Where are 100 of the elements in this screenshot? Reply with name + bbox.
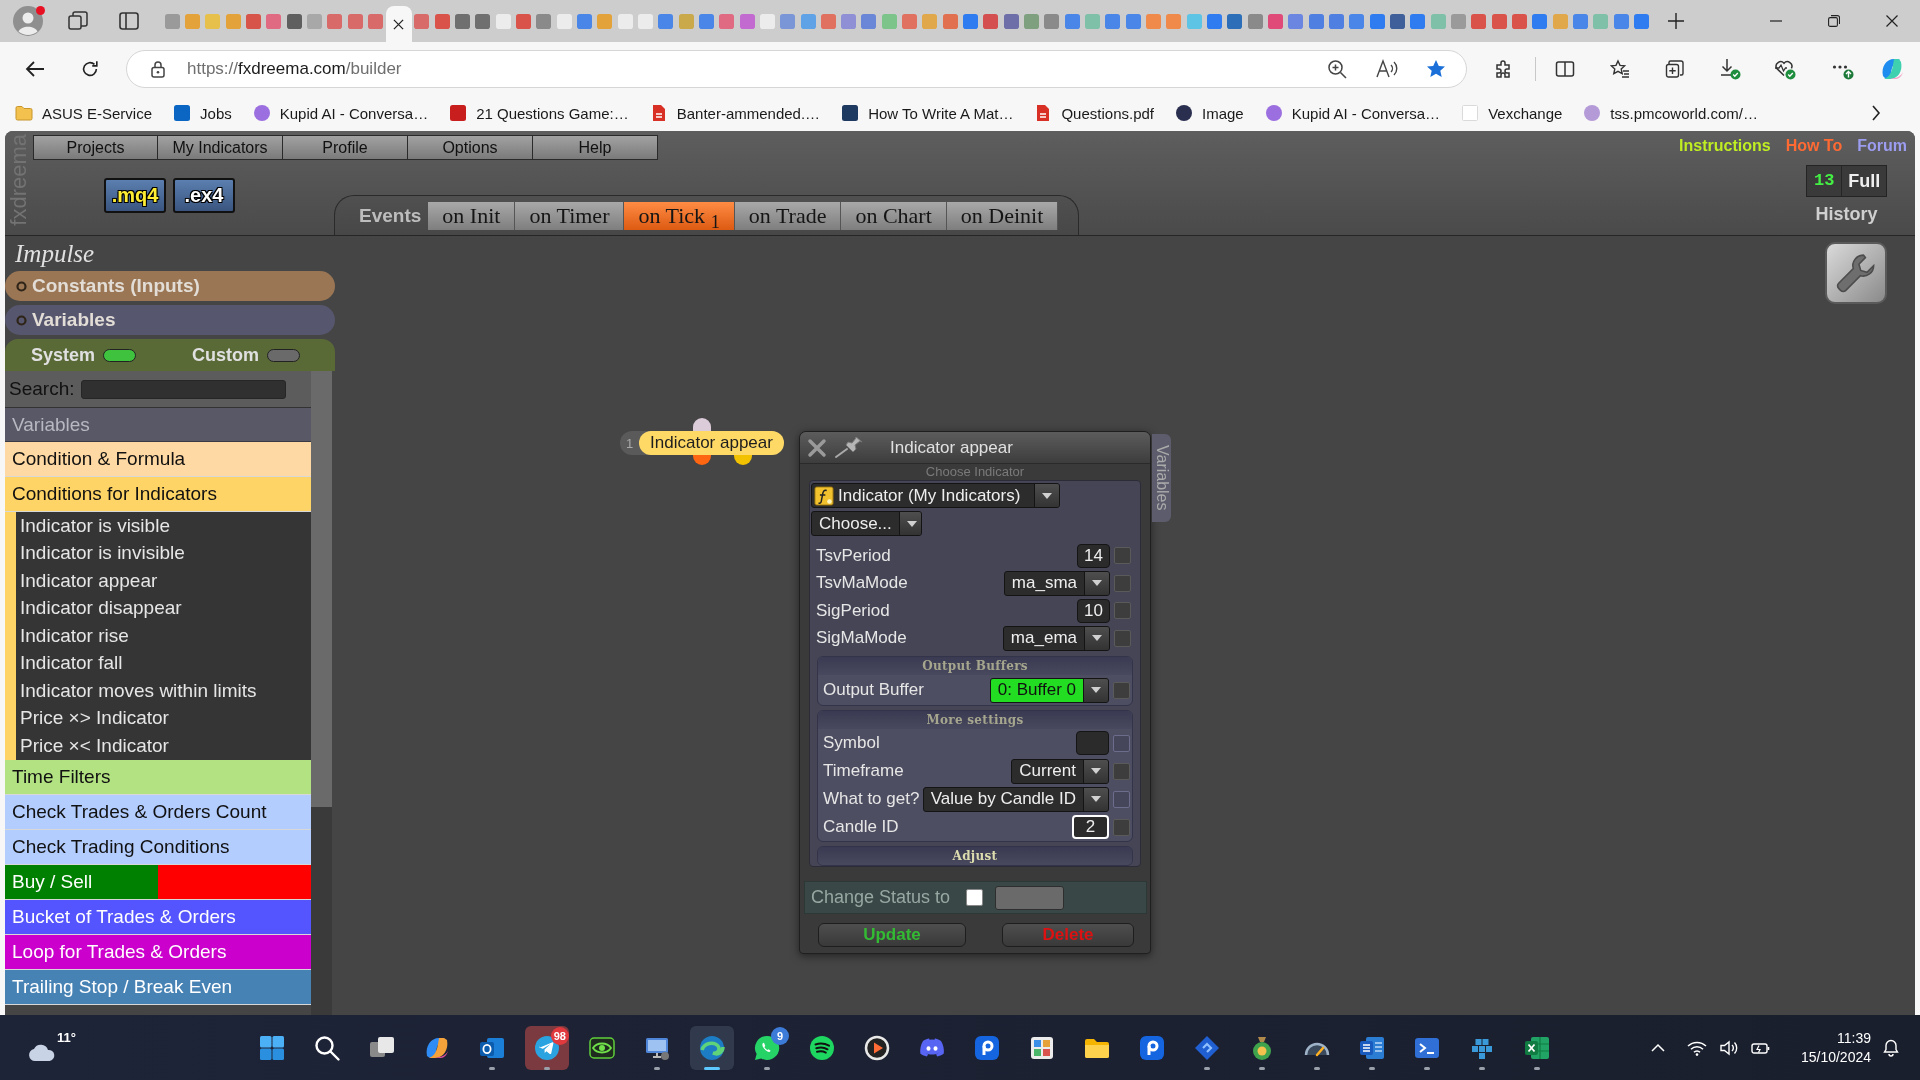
- chevron-up-icon[interactable]: [1651, 1043, 1665, 1052]
- download-icon[interactable]: [1719, 57, 1741, 80]
- category-item[interactable]: Condition & Formula: [5, 442, 311, 477]
- file-type-button[interactable]: .ex4: [173, 178, 235, 213]
- menu-button[interactable]: Options: [408, 135, 533, 160]
- cloud-icon[interactable]: [28, 1043, 56, 1062]
- close-icon[interactable]: [393, 18, 405, 30]
- event-tab[interactable]: on Chart: [841, 202, 947, 230]
- history-label[interactable]: History: [1815, 204, 1878, 225]
- dropdown[interactable]: Current: [1011, 758, 1109, 784]
- menu-button[interactable]: Profile: [283, 135, 408, 160]
- dropdown[interactable]: 0: Buffer 0: [989, 677, 1109, 703]
- bell-icon[interactable]: [1883, 1038, 1899, 1057]
- block-item[interactable]: Indicator disappear: [16, 594, 311, 622]
- number-field[interactable]: 14: [1077, 543, 1110, 568]
- menu-button[interactable]: My Indicators: [158, 135, 283, 160]
- taskbar-button[interactable]: [690, 1025, 734, 1070]
- bookmark-link[interactable]: ASUS E-Service: [15, 104, 153, 122]
- bookmark-link[interactable]: tss.pmcoworld.com/…: [1583, 104, 1758, 122]
- checkbox[interactable]: [1114, 574, 1131, 592]
- event-tab[interactable]: on Trade: [734, 202, 842, 230]
- collections-icon[interactable]: [1665, 58, 1685, 79]
- profile-avatar-icon[interactable]: [13, 6, 43, 36]
- category-item[interactable]: Time Filters: [5, 759, 311, 795]
- file-type-button[interactable]: .mq4: [104, 178, 166, 213]
- category-item[interactable]: Conditions for Indicators: [5, 477, 311, 512]
- checkbox[interactable]: [1113, 681, 1130, 699]
- block-item[interactable]: Indicator moves within limits: [16, 677, 311, 705]
- checkbox[interactable]: [1114, 629, 1131, 647]
- clock-time[interactable]: 11:39: [1837, 1028, 1871, 1048]
- volume-icon[interactable]: [1719, 1039, 1739, 1056]
- favorites-icon[interactable]: [1610, 58, 1630, 79]
- bookmark-link[interactable]: 21 Questions Game:…: [449, 104, 629, 122]
- status-field[interactable]: [995, 885, 1065, 910]
- dropdown[interactable]: Choose...: [811, 511, 922, 536]
- sidebar-window-icon[interactable]: [119, 11, 139, 31]
- toggle-switch[interactable]: [267, 348, 301, 362]
- bookmark-link[interactable]: How To Write A Mat…: [841, 104, 1014, 122]
- checkbox[interactable]: [1113, 762, 1130, 780]
- section-header[interactable]: Variables: [5, 305, 335, 335]
- header-link[interactable]: Instructions: [1679, 137, 1771, 155]
- block-item[interactable]: Indicator is invisible: [16, 539, 311, 567]
- number-field[interactable]: 10: [1077, 598, 1110, 623]
- number-field[interactable]: 2: [1072, 815, 1109, 839]
- checkbox[interactable]: [1114, 602, 1131, 620]
- tools-button[interactable]: [1825, 242, 1887, 304]
- block-node[interactable]: 1 Indicator appear: [620, 431, 784, 455]
- section-header[interactable]: Output Buffers: [818, 657, 1132, 675]
- event-tab[interactable]: on Init: [428, 202, 516, 230]
- section-header[interactable]: Adjust: [818, 847, 1132, 865]
- search-field[interactable]: [81, 379, 287, 399]
- block-item[interactable]: Indicator appear: [16, 567, 311, 595]
- section-header[interactable]: More settings: [818, 711, 1132, 729]
- block-item[interactable]: Indicator rise: [16, 622, 311, 650]
- toggle-switch[interactable]: [103, 348, 137, 362]
- workspaces-icon[interactable]: [68, 11, 88, 31]
- taskbar-button[interactable]: 98: [525, 1025, 569, 1070]
- menu-button[interactable]: Help: [533, 135, 658, 160]
- lock-icon[interactable]: [150, 59, 166, 78]
- plus-icon[interactable]: [1668, 13, 1684, 29]
- menu-button[interactable]: Projects: [33, 135, 158, 160]
- event-tab[interactable]: on Timer: [515, 202, 625, 230]
- block-item[interactable]: Indicator is visible: [16, 512, 311, 540]
- bookmark-link[interactable]: Vexchange: [1461, 104, 1563, 122]
- bookmark-link[interactable]: Jobs: [173, 104, 232, 122]
- split-window-icon[interactable]: [1555, 58, 1575, 79]
- block-item[interactable]: Price ×> Indicator: [16, 704, 311, 732]
- bookmark-link[interactable]: Banter-ammended.…: [649, 104, 821, 122]
- clock-date[interactable]: 15/10/2024: [1800, 1047, 1871, 1067]
- bookmark-link[interactable]: Kupid AI - Conversa…: [252, 104, 429, 122]
- dropdown[interactable]: Indicator (My Indicators): [811, 483, 1060, 508]
- checkbox[interactable]: [1114, 547, 1131, 565]
- zoom-in-icon[interactable]: [1327, 58, 1347, 79]
- update-button[interactable]: Update: [818, 923, 966, 947]
- chevron-right-icon[interactable]: [1871, 105, 1881, 121]
- full-button[interactable]: Full: [1842, 166, 1886, 196]
- checkbox[interactable]: [1113, 818, 1130, 836]
- address-field[interactable]: https://fxdreema.com/builder: [126, 49, 1467, 88]
- block-item[interactable]: Indicator fall: [16, 649, 311, 677]
- block-item[interactable]: Price ×< Indicator: [16, 732, 311, 760]
- category-item[interactable]: Bucket of Trades & Orders: [5, 899, 311, 935]
- checkbox[interactable]: [966, 889, 984, 906]
- refresh-icon[interactable]: [80, 58, 100, 79]
- bookmark-link[interactable]: Image: [1175, 104, 1244, 122]
- event-tab[interactable]: on Deinit: [946, 202, 1059, 230]
- weather-temp[interactable]: 11°: [57, 1029, 76, 1045]
- bookmark-link[interactable]: Questions.pdf: [1034, 104, 1154, 122]
- taskbar-button[interactable]: 9: [745, 1025, 789, 1070]
- dropdown[interactable]: ma_sma: [1003, 570, 1110, 596]
- restore-icon[interactable]: [1828, 15, 1840, 27]
- wifi-icon[interactable]: [1687, 1039, 1707, 1056]
- close-icon[interactable]: [1886, 15, 1898, 27]
- category-item[interactable]: Trailing Stop / Break Even: [5, 969, 311, 1005]
- read-aloud-icon[interactable]: [1376, 58, 1398, 79]
- bookmark-link[interactable]: Kupid AI - Conversa…: [1264, 104, 1441, 122]
- event-tab[interactable]: on Tick $_{1}$: [624, 202, 735, 230]
- category-item[interactable]: Check Trading Conditions: [5, 829, 311, 865]
- dropdown[interactable]: ma_ema: [1002, 625, 1110, 651]
- scrollbar-thumb[interactable]: [311, 371, 332, 807]
- star-icon[interactable]: [1426, 58, 1446, 79]
